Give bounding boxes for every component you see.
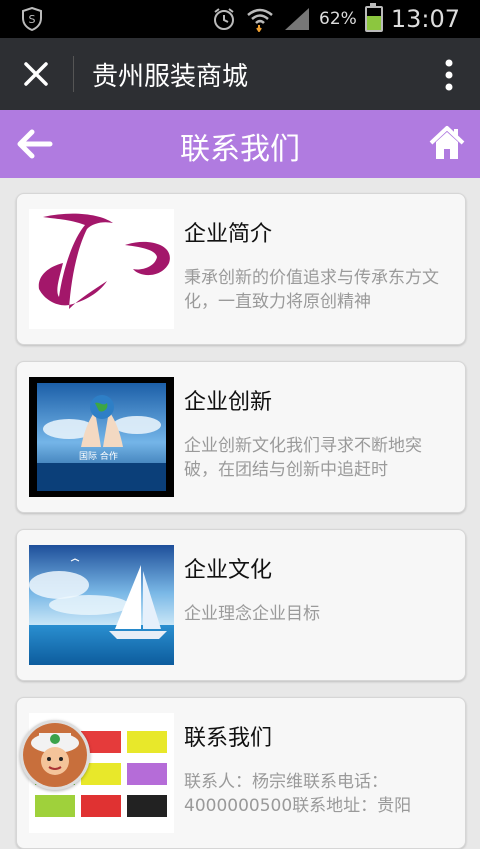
battery-percent: 62% <box>319 9 357 29</box>
list-item[interactable]: 企业简介 秉承创新的价值追求与传承东方文化，一直致力将原创精神 <box>16 193 466 345</box>
svg-text:S: S <box>29 13 36 26</box>
item-title: 企业简介 <box>184 222 273 247</box>
globe-hands-image: 国际 合作 <box>29 377 174 497</box>
app-title: 贵州服装商城 <box>92 62 249 92</box>
list-item[interactable]: 国际 合作 企业创新 企业创新文化我们寻求不断地突破，在团结与创新中追赶时 <box>16 361 466 513</box>
item-title: 企业文化 <box>184 558 273 583</box>
battery-icon <box>364 3 383 32</box>
list-item[interactable]: 企业文化 企业理念企业目标 <box>16 529 466 681</box>
svg-text:国际 合作: 国际 合作 <box>79 450 118 462</box>
shield-s-icon: S <box>22 7 42 31</box>
logo-image <box>29 209 174 329</box>
item-description: 企业理念企业目标 <box>184 604 320 624</box>
app-bar: 贵州服装商城 <box>0 38 480 110</box>
wifi-icon <box>247 8 273 32</box>
cartoon-avatar-icon <box>23 723 87 787</box>
signal-icon <box>285 8 310 30</box>
status-bar: S 62% 13:07 <box>0 0 480 38</box>
more-vert-icon[interactable] <box>444 58 454 92</box>
home-icon[interactable] <box>428 124 466 162</box>
item-title: 联系我们 <box>184 726 273 751</box>
floating-avatar-button[interactable] <box>20 720 90 790</box>
item-description: 秉承创新的价值追求与传承东方文化，一直致力将原创精神 <box>184 268 439 312</box>
clock: 13:07 <box>390 5 460 33</box>
page-title: 联系我们 <box>180 132 300 167</box>
page-header: 联系我们 <box>0 110 480 178</box>
item-description: 联系人：杨宗维联系电话：4000000500联系地址：贵阳 <box>184 772 412 816</box>
close-icon[interactable] <box>18 56 54 92</box>
sailboat-image <box>29 545 174 665</box>
item-title: 企业创新 <box>184 390 273 415</box>
item-description: 企业创新文化我们寻求不断地突破，在团结与创新中追赶时 <box>184 436 422 480</box>
alarm-icon <box>214 8 235 30</box>
divider <box>73 56 74 92</box>
